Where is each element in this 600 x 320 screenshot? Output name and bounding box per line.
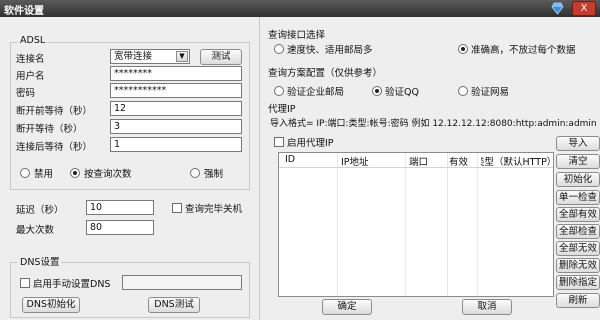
plan-label-qq: 验证QQ: [385, 87, 419, 98]
max-count-label: 最大次数: [16, 225, 55, 236]
settings-window: 软件设置 X ADSL 连接名 宽带连接 ▼ 测试 用户名 ******** 密…: [0, 0, 600, 320]
chevron-down-icon[interactable]: ▼: [176, 51, 188, 62]
title-bar: 软件设置 X: [0, 0, 600, 17]
column-type[interactable]: 类型（默认HTTP）: [481, 154, 553, 168]
cancel-button[interactable]: 取消: [462, 299, 512, 315]
proxy-title: 代理IP: [268, 104, 296, 115]
plan-radio-netease[interactable]: [458, 86, 468, 96]
enable-proxy-checkbox[interactable]: [274, 137, 284, 147]
password-field[interactable]: ***********: [110, 83, 242, 98]
disconnect-wait-label: 断开等待（秒）: [16, 124, 83, 135]
column-valid[interactable]: 有效: [449, 154, 468, 168]
mode-label-by-count: 按查询次数: [84, 169, 132, 180]
post-connect-wait-field[interactable]: 1: [110, 137, 242, 152]
close-button[interactable]: X: [572, 1, 596, 16]
column-id[interactable]: ID: [285, 154, 295, 165]
single-check-button[interactable]: 单一检查: [556, 190, 600, 205]
mode-radio-force[interactable]: [190, 168, 200, 178]
password-label: 密码: [16, 88, 36, 99]
interface-label-fast: 速度快、适用邮局多: [287, 45, 373, 56]
check-all-button[interactable]: 全部检查: [556, 224, 600, 239]
manual-dns-label: 启用手动设置DNS: [33, 279, 111, 290]
clear-button[interactable]: 清空: [556, 154, 600, 169]
manual-dns-field[interactable]: [122, 275, 242, 290]
proxy-list[interactable]: ID IP地址 端口 有效 类型（默认HTTP）: [278, 152, 554, 297]
mode-radio-disabled[interactable]: [20, 168, 30, 178]
column-port[interactable]: 端口: [409, 154, 428, 168]
column-ip[interactable]: IP地址: [341, 154, 369, 168]
manual-dns-checkbox[interactable]: [20, 278, 30, 288]
delay-field[interactable]: 10: [86, 200, 154, 215]
gem-icon[interactable]: [551, 2, 564, 15]
ok-button[interactable]: 确定: [322, 299, 372, 315]
connection-name-label: 连接名: [16, 54, 45, 65]
test-connection-button[interactable]: 测试: [200, 49, 242, 65]
max-count-field[interactable]: 80: [86, 220, 154, 235]
enable-proxy-label: 启用代理IP: [287, 138, 334, 149]
mode-label-disabled: 禁用: [34, 169, 54, 180]
window-title: 软件设置: [4, 6, 44, 17]
interface-radio-accurate[interactable]: [458, 44, 468, 54]
plan-radio-qq[interactable]: [372, 86, 382, 96]
dns-test-button[interactable]: DNS测试: [148, 297, 200, 313]
adsl-legend: ADSL: [18, 35, 48, 46]
plan-label-enterprise: 验证企业邮局: [287, 87, 345, 98]
all-valid-button[interactable]: 全部有效: [556, 207, 600, 222]
connection-name-select[interactable]: 宽带连接 ▼: [110, 49, 190, 64]
plan-label-netease: 验证网易: [471, 87, 510, 98]
pre-disconnect-wait-label: 断开前等待（秒）: [16, 106, 93, 117]
interface-radio-fast[interactable]: [274, 44, 284, 54]
post-connect-wait-label: 连接后等待（秒）: [16, 142, 93, 153]
username-field[interactable]: ********: [110, 66, 242, 81]
refresh-button[interactable]: 刷新: [556, 293, 600, 308]
delete-selected-button[interactable]: 删除指定: [556, 275, 600, 290]
dns-legend: DNS设置: [18, 254, 62, 268]
initialize-button[interactable]: 初始化: [556, 172, 600, 187]
interface-label-accurate: 准确高，不放过每个数据: [471, 45, 576, 56]
shutdown-label: 查询完毕关机: [185, 204, 243, 215]
mode-radio-by-count[interactable]: [70, 168, 80, 178]
shutdown-checkbox[interactable]: [172, 203, 182, 213]
username-label: 用户名: [16, 71, 45, 82]
proxy-list-header: ID IP地址 端口 有效 类型（默认HTTP）: [279, 153, 553, 168]
delay-label: 延迟（秒）: [16, 205, 64, 216]
mode-label-force: 强制: [204, 169, 224, 180]
query-interface-title: 查询接口选择: [268, 30, 326, 41]
panel-divider: [259, 17, 260, 320]
delete-invalid-button[interactable]: 删除无效: [556, 258, 600, 273]
pre-disconnect-wait-field[interactable]: 12: [110, 101, 242, 116]
proxy-format-text: 导入格式= IP:端口:类型:帐号:密码 例如 12.12.12.12:8080…: [270, 119, 597, 129]
connection-name-value: 宽带连接: [114, 51, 153, 62]
disconnect-wait-field[interactable]: 3: [110, 119, 242, 134]
dns-init-button[interactable]: DNS初始化: [22, 297, 80, 313]
query-plan-title: 查询方案配置（仅供参考）: [268, 68, 383, 79]
import-button[interactable]: 导入: [556, 136, 600, 151]
all-invalid-button[interactable]: 全部无效: [556, 241, 600, 256]
plan-radio-enterprise[interactable]: [274, 86, 284, 96]
